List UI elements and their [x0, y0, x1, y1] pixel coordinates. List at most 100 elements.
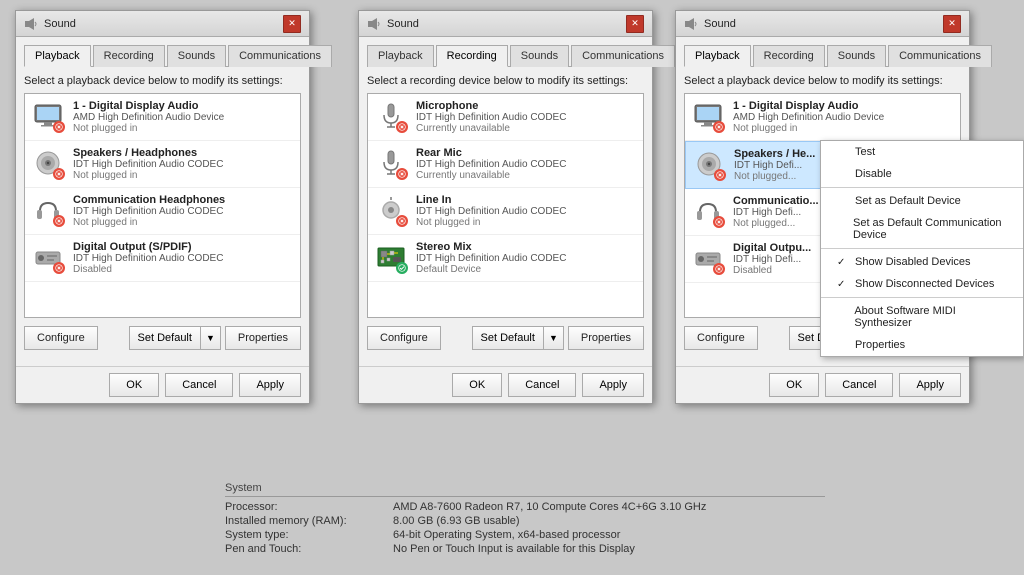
titlebar-dialog1: Sound ✕ — [16, 11, 309, 37]
status-badge-dialog2-1 — [396, 168, 408, 180]
titlebar-dialog2: Sound ✕ — [359, 11, 652, 37]
menu-check-4: ✓ — [837, 257, 849, 268]
menu-separator-3 — [821, 248, 1023, 249]
set-default-group-dialog1: Set Default ▼ — [129, 326, 221, 350]
ok-button-dialog1[interactable]: OK — [109, 373, 159, 397]
device-name-dialog2-3: Stereo Mix — [416, 241, 635, 253]
cancel-button-dialog1[interactable]: Cancel — [165, 373, 233, 397]
tab-sounds-dialog3[interactable]: Sounds — [827, 45, 886, 67]
device-driver-dialog2-0: IDT High Definition Audio CODEC — [416, 112, 635, 123]
device-name-dialog1-2: Communication Headphones — [73, 194, 292, 206]
dialog-title-dialog2: Sound — [387, 18, 419, 30]
apply-button-dialog1[interactable]: Apply — [239, 373, 301, 397]
device-info-dialog2-0: Microphone IDT High Definition Audio COD… — [416, 100, 635, 134]
menu-label-1: Disable — [855, 168, 892, 180]
apply-button-dialog3[interactable]: Apply — [899, 373, 961, 397]
tab-playback-dialog1[interactable]: Playback — [24, 45, 91, 67]
status-badge-dialog3-3 — [713, 263, 725, 275]
close-button-dialog1[interactable]: ✕ — [283, 15, 301, 33]
tab-sounds-dialog1[interactable]: Sounds — [167, 45, 226, 67]
device-state-dialog2-2: Not plugged in — [416, 217, 635, 228]
set-default-main-dialog2[interactable]: Set Default — [473, 327, 544, 349]
context-menu-item-0[interactable]: Test — [821, 141, 1023, 163]
device-item-dialog2-2[interactable]: Line In IDT High Definition Audio CODEC … — [368, 188, 643, 235]
device-item-dialog2-0[interactable]: Microphone IDT High Definition Audio COD… — [368, 94, 643, 141]
properties-button-dialog2[interactable]: Properties — [568, 326, 644, 350]
device-state-dialog1-3: Disabled — [73, 264, 292, 275]
context-menu-item-3[interactable]: Set as Default Communication Device — [821, 212, 1023, 246]
tab-playback-dialog3[interactable]: Playback — [684, 45, 751, 67]
bottom-buttons-dialog1: Configure Set Default ▼ Properties — [24, 326, 301, 350]
close-button-dialog3[interactable]: ✕ — [943, 15, 961, 33]
device-item-dialog1-1[interactable]: Speakers / Headphones IDT High Definitio… — [25, 141, 300, 188]
ok-button-dialog3[interactable]: OK — [769, 373, 819, 397]
context-menu-item-6[interactable]: About Software MIDI Synthesizer — [821, 300, 1023, 334]
device-info-dialog1-1: Speakers / Headphones IDT High Definitio… — [73, 147, 292, 181]
sys-label-0: Processor: — [225, 501, 385, 513]
configure-button-dialog3[interactable]: Configure — [684, 326, 758, 350]
context-menu: Test Disable Set as Default DeviceSet as D… — [820, 140, 1024, 357]
titlebar-dialog3: Sound ✕ — [676, 11, 969, 37]
cancel-button-dialog2[interactable]: Cancel — [508, 373, 576, 397]
tab-playback-dialog2[interactable]: Playback — [367, 45, 434, 67]
device-driver-dialog2-3: IDT High Definition Audio CODEC — [416, 253, 635, 264]
device-driver-dialog1-1: IDT High Definition Audio CODEC — [73, 159, 292, 170]
sys-value-0: AMD A8-7600 Radeon R7, 10 Compute Cores … — [393, 501, 825, 513]
menu-label-6: About Software MIDI Synthesizer — [854, 305, 1007, 329]
device-info-dialog1-3: Digital Output (S/PDIF) IDT High Definit… — [73, 241, 292, 275]
cancel-button-dialog3[interactable]: Cancel — [825, 373, 893, 397]
device-item-dialog2-3[interactable]: Stereo Mix IDT High Definition Audio COD… — [368, 235, 643, 282]
device-item-dialog1-0[interactable]: 1 - Digital Display Audio AMD High Defin… — [25, 94, 300, 141]
device-icon-wrapper-dialog3-1 — [694, 149, 726, 181]
tab-recording-dialog2[interactable]: Recording — [436, 45, 508, 67]
device-state-dialog2-3: Default Device — [416, 264, 635, 275]
tab-recording-dialog3[interactable]: Recording — [753, 45, 825, 67]
device-item-dialog3-0[interactable]: 1 - Digital Display Audio AMD High Defin… — [685, 94, 960, 141]
menu-separator-1 — [821, 187, 1023, 188]
set-default-arrow-dialog1[interactable]: ▼ — [201, 327, 220, 349]
dialog-dialog1: Sound ✕ PlaybackRecordingSoundsCommunica… — [15, 10, 310, 404]
tab-communications-dialog2[interactable]: Communications — [571, 45, 675, 67]
tabs-dialog3: PlaybackRecordingSoundsCommunications — [684, 45, 961, 67]
ok-button-dialog2[interactable]: OK — [452, 373, 502, 397]
context-menu-item-2[interactable]: Set as Default Device — [821, 190, 1023, 212]
device-item-dialog2-1[interactable]: Rear Mic IDT High Definition Audio CODEC… — [368, 141, 643, 188]
tab-communications-dialog3[interactable]: Communications — [888, 45, 992, 67]
context-menu-item-5[interactable]: ✓Show Disconnected Devices — [821, 273, 1023, 295]
tab-communications-dialog1[interactable]: Communications — [228, 45, 332, 67]
tab-recording-dialog1[interactable]: Recording — [93, 45, 165, 67]
set-default-main-dialog1[interactable]: Set Default — [130, 327, 201, 349]
device-driver-dialog3-0: AMD High Definition Audio Device — [733, 112, 952, 123]
device-driver-dialog1-2: IDT High Definition Audio CODEC — [73, 206, 292, 217]
device-state-dialog1-0: Not plugged in — [73, 123, 292, 134]
system-info-title: System — [225, 482, 825, 497]
context-menu-item-7[interactable]: Properties — [821, 334, 1023, 356]
tabs-dialog2: PlaybackRecordingSoundsCommunications — [367, 45, 644, 67]
menu-label-0: Test — [855, 146, 875, 158]
apply-button-dialog2[interactable]: Apply — [582, 373, 644, 397]
device-item-dialog1-2[interactable]: Communication Headphones IDT High Defini… — [25, 188, 300, 235]
device-item-dialog1-3[interactable]: Digital Output (S/PDIF) IDT High Definit… — [25, 235, 300, 282]
tabs-dialog1: PlaybackRecordingSoundsCommunications — [24, 45, 301, 67]
device-icon-wrapper-dialog3-0 — [693, 101, 725, 133]
dialog-title-dialog3: Sound — [704, 18, 736, 30]
properties-button-dialog1[interactable]: Properties — [225, 326, 301, 350]
device-name-dialog2-2: Line In — [416, 194, 635, 206]
device-list-dialog1: 1 - Digital Display Audio AMD High Defin… — [24, 93, 301, 318]
system-info-panel: System Processor: AMD A8-7600 Radeon R7, … — [225, 482, 825, 555]
device-icon-wrapper-dialog2-1 — [376, 148, 408, 180]
menu-label-4: Show Disabled Devices — [855, 256, 971, 268]
device-name-dialog2-0: Microphone — [416, 100, 635, 112]
configure-button-dialog1[interactable]: Configure — [24, 326, 98, 350]
tab-sounds-dialog2[interactable]: Sounds — [510, 45, 569, 67]
device-icon-wrapper-dialog1-0 — [33, 101, 65, 133]
context-menu-item-4[interactable]: ✓ Show Disabled Devices — [821, 251, 1023, 273]
configure-button-dialog2[interactable]: Configure — [367, 326, 441, 350]
dialog-footer-dialog1: OK Cancel Apply — [16, 366, 309, 403]
context-menu-item-1[interactable]: Disable — [821, 163, 1023, 185]
set-default-arrow-dialog2[interactable]: ▼ — [544, 327, 563, 349]
device-name-dialog3-0: 1 - Digital Display Audio — [733, 100, 952, 112]
close-button-dialog2[interactable]: ✕ — [626, 15, 644, 33]
status-badge-dialog2-2 — [396, 215, 408, 227]
device-icon-wrapper-dialog1-1 — [33, 148, 65, 180]
